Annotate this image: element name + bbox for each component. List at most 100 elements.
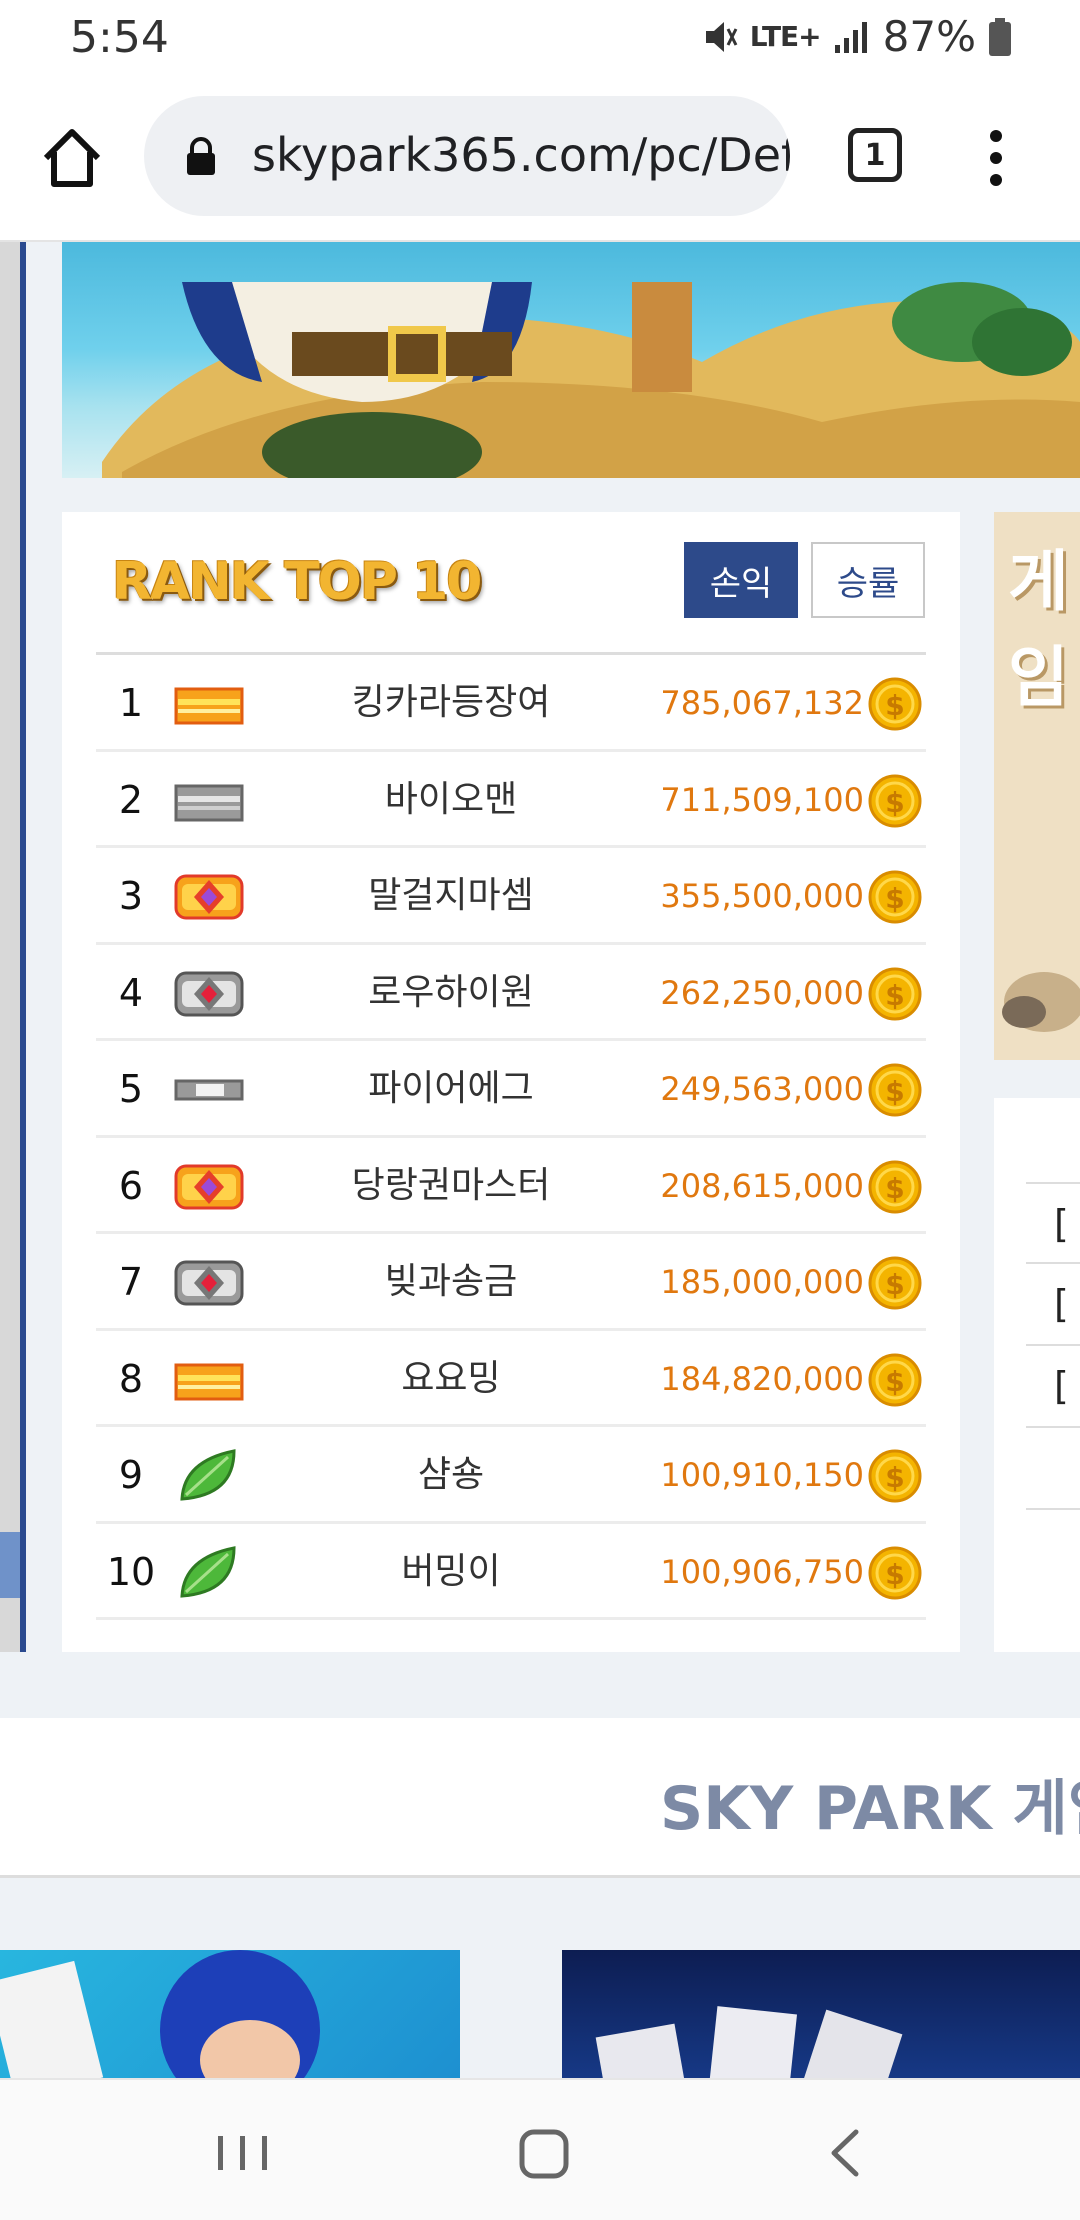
player-money: 711,509,100: [660, 780, 864, 819]
rank-row[interactable]: 10 버밍이 100,906,750 $: [96, 1524, 926, 1620]
rank-row[interactable]: 2 바이오맨 711,509,100 $: [96, 752, 926, 848]
svg-text:$: $: [885, 786, 904, 819]
rank-row[interactable]: 5 파이어에그 249,563,000 $: [96, 1041, 926, 1138]
rank-row[interactable]: 9 샴숑 100,910,150 $: [96, 1427, 926, 1524]
web-page: RANK TOP 10 손익 승률 1 킹카라등장여 785,067,132 $2 바이…: [0, 242, 1080, 2078]
rank-title: RANK TOP 10: [112, 552, 482, 612]
player-name[interactable]: 당랑권마스터: [266, 1138, 636, 1234]
side-banner[interactable]: 게임: [994, 512, 1080, 1060]
rank-list: 1 킹카라등장여 785,067,132 $2 바이오맨 711,509,100 $3 말걸지…: [96, 652, 926, 1620]
rank-row[interactable]: 7 빚과송금 185,000,000 $: [96, 1234, 926, 1331]
player-name[interactable]: 요요밍: [266, 1331, 636, 1427]
svg-text:$: $: [885, 1075, 904, 1108]
signal-icon: [834, 21, 867, 53]
tab-winrate[interactable]: 승률: [811, 542, 925, 618]
promo-card-left[interactable]: [0, 1950, 460, 2078]
side-list-item[interactable]: [: [1026, 1264, 1080, 1346]
coin-icon: $: [868, 1353, 922, 1406]
home-nav-icon[interactable]: [504, 2118, 584, 2188]
island-illustration: [102, 282, 1080, 478]
left-sidebar-edge: [0, 242, 26, 1652]
coin-icon: $: [868, 870, 922, 924]
player-name[interactable]: 파이어에그: [266, 1041, 636, 1137]
address-bar[interactable]: skypark365.com/pc/Def: [144, 96, 790, 216]
player-name[interactable]: 샴숑: [266, 1427, 636, 1523]
rank-number: 6: [118, 1163, 144, 1208]
player-name[interactable]: 로우하이원: [266, 945, 636, 1041]
rank-row[interactable]: 4 로우하이원 262,250,000 $: [96, 945, 926, 1041]
gold-gem-icon: [174, 874, 244, 920]
leaf-icon: [180, 1545, 236, 1598]
recent-apps-icon[interactable]: [202, 2118, 282, 2188]
mute-icon: [705, 21, 738, 52]
silver-bar-icon: [174, 784, 244, 821]
side-banner-text: 게임: [1008, 543, 1069, 716]
promo-card-right[interactable]: [562, 1950, 1080, 2078]
tab-count: 1: [864, 137, 886, 173]
lock-icon: [187, 137, 215, 175]
rank-number: 8: [118, 1356, 144, 1401]
coin-icon: $: [868, 1160, 922, 1213]
banner-image[interactable]: [62, 242, 1080, 478]
rank-row[interactable]: 3 말걸지마셈 355,500,000 $: [96, 848, 926, 945]
gold-bar-icon: [174, 687, 244, 725]
network-type: LTE+: [749, 20, 822, 53]
rank-row[interactable]: 8 요요밍 184,820,000 $: [96, 1331, 926, 1427]
browser-toolbar: skypark365.com/pc/Def 1: [0, 76, 1080, 242]
player-name[interactable]: 바이오맨: [266, 752, 636, 848]
player-money: 249,563,000: [660, 1070, 864, 1108]
rank-panel: RANK TOP 10 손익 승률 1 킹카라등장여 785,067,132 $2 바이…: [62, 512, 960, 1652]
player-money: 185,000,000: [660, 1263, 864, 1301]
home-icon[interactable]: [38, 124, 106, 192]
silver-gem-icon: [174, 1260, 244, 1306]
system-nav-bar: [0, 2078, 1080, 2220]
rank-number: 2: [118, 777, 144, 822]
section-title: SKY PARK 게임: [660, 1774, 1080, 1844]
svg-text:$: $: [885, 1365, 904, 1398]
battery-icon: [989, 17, 1011, 56]
tab-profit[interactable]: 손익: [684, 542, 798, 618]
player-name[interactable]: 말걸지마셈: [266, 848, 636, 944]
player-money: 262,250,000: [660, 973, 864, 1012]
rank-number: 7: [118, 1260, 144, 1304]
side-list-panel: [ [ [: [994, 1098, 1080, 1652]
sidebar-tab[interactable]: [0, 1532, 26, 1598]
svg-text:$: $: [885, 1461, 904, 1494]
svg-text:$: $: [885, 979, 904, 1012]
side-list-item[interactable]: [1026, 1428, 1080, 1510]
coin-icon: $: [868, 774, 922, 827]
rank-number: 3: [118, 874, 144, 918]
gold-gem-icon: [174, 1164, 244, 1209]
coin-icon: $: [868, 677, 922, 731]
player-name[interactable]: 킹카라등장여: [266, 655, 636, 751]
player-name[interactable]: 빚과송금: [266, 1234, 636, 1330]
url-text: skypark365.com/pc/Def: [252, 128, 790, 182]
player-money: 100,906,750: [660, 1552, 864, 1591]
player-name[interactable]: 버밍이: [266, 1524, 636, 1620]
tab-switcher-button[interactable]: 1: [848, 128, 902, 182]
promo-illustration: [595, 2006, 903, 2078]
svg-text:$: $: [885, 1172, 904, 1205]
rank-row[interactable]: 6 당랑권마스터 208,615,000 $: [96, 1138, 926, 1234]
coin-icon: $: [868, 1256, 922, 1310]
character-illustration: [1002, 972, 1080, 1032]
player-money: 184,820,000: [660, 1359, 864, 1398]
svg-text:$: $: [885, 1268, 904, 1301]
coin-icon: $: [868, 1546, 922, 1599]
more-menu-icon[interactable]: [978, 128, 1014, 188]
rank-number: 10: [106, 1549, 156, 1594]
gold-bar-icon: [174, 1363, 244, 1400]
rank-number: 1: [118, 681, 144, 725]
battery-percent: 87%: [882, 12, 976, 61]
player-money: 355,500,000: [660, 877, 864, 915]
back-icon[interactable]: [806, 2118, 886, 2188]
rank-row[interactable]: 1 킹카라등장여 785,067,132 $: [96, 655, 926, 752]
player-money: 785,067,132: [660, 684, 864, 722]
status-time: 5:54: [70, 12, 169, 63]
side-list-item[interactable]: [: [1026, 1182, 1080, 1264]
silver-bar-icon: [174, 1079, 244, 1101]
silver-gem-icon: [174, 971, 244, 1016]
coin-icon: $: [868, 967, 922, 1020]
section-header: SKY PARK 게임: [0, 1718, 1080, 1878]
side-list-item[interactable]: [: [1026, 1346, 1080, 1428]
